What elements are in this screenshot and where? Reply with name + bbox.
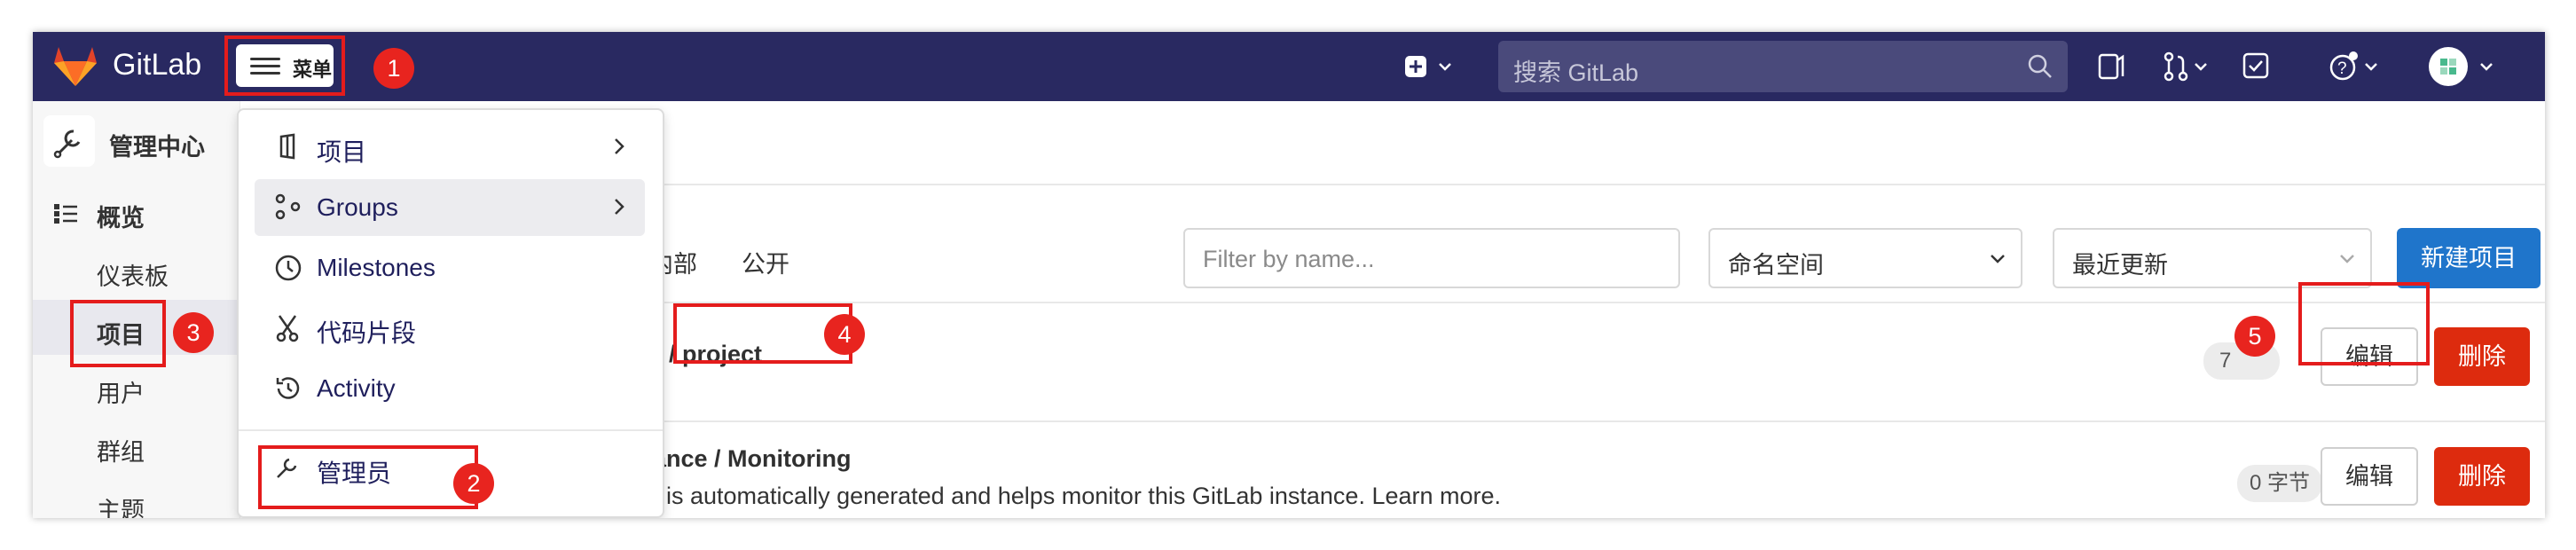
tab-public[interactable]: 公开 [742,245,789,279]
annotation-badge: 3 [173,312,214,353]
annotation-badge: 2 [453,463,494,504]
project-name[interactable]: ance / Monitoring [653,445,852,473]
svg-text:?: ? [2337,59,2347,78]
search-input[interactable]: 搜索 GitLab [1498,41,2068,92]
annotation-box-admin [258,445,478,509]
divider [239,429,663,431]
delete-button[interactable]: 删除 [2434,447,2530,506]
sort-select[interactable]: 最近更新 [2053,228,2372,288]
annotation-badge: 5 [2234,316,2275,357]
annotation-box-projects [70,300,166,367]
issues-icon[interactable] [2096,51,2126,82]
menu-item-milestones[interactable]: Milestones [255,240,645,296]
filter-by-name-input[interactable]: Filter by name... [1183,228,1680,288]
help-icon[interactable]: ? [2329,50,2382,83]
overview-icon [52,200,79,232]
sidebar-section-overview[interactable]: 概览 [97,199,145,233]
groups-icon [274,193,301,224]
merge-requests-icon[interactable] [2162,51,2211,82]
menu-item-activity[interactable]: Activity [255,360,645,417]
namespace-select-value: 命名空间 [1728,252,1824,279]
search-icon [2027,53,2054,84]
app-window: GitLab 菜单 搜索 GitLab ? 管理中心 概览 仪表板 项目 用户 … [33,32,2545,518]
chevron-right-icon [615,199,624,215]
scissors-icon [274,314,301,347]
menu-item-projects[interactable]: 项目 [255,119,645,176]
menu-item-groups[interactable]: Groups [255,179,645,236]
annotation-box-edit [2298,282,2430,365]
menu-item-snippets[interactable]: 代码片段 [255,300,645,357]
chevron-down-icon [2340,255,2354,263]
chevron-right-icon [615,138,624,154]
project-icon [274,133,301,164]
gitlab-logo-icon[interactable] [52,43,98,88]
filter-placeholder: Filter by name... [1203,246,1375,272]
new-project-button[interactable]: 新建项目 [2397,228,2541,288]
delete-button[interactable]: 删除 [2434,327,2530,386]
create-new-icon[interactable] [1404,53,1459,80]
storage-size-badge: 0 字节 [2237,465,2322,502]
user-avatar[interactable] [2428,46,2504,87]
search-placeholder: 搜索 GitLab [1513,59,1639,86]
wrench-icon [43,115,95,167]
sidebar-item-users[interactable]: 用户 [97,374,145,409]
clock-icon [274,254,302,287]
project-description: t is automatically generated and helps m… [653,483,1502,509]
annotation-badge: 1 [373,48,414,89]
namespace-select[interactable]: 命名空间 [1708,228,2022,288]
sidebar-title[interactable]: 管理中心 [109,128,205,162]
brand-name[interactable]: GitLab [113,48,201,82]
sort-select-value: 最近更新 [2072,252,2168,279]
sidebar-item-topics[interactable]: 主题 [97,491,145,518]
annotation-badge: 4 [824,314,865,355]
chevron-down-icon [1991,255,2005,263]
edit-button[interactable]: 编辑 [2321,447,2418,506]
annotation-box-menu [224,35,345,96]
history-icon [274,374,302,407]
sidebar-item-dashboard[interactable]: 仪表板 [97,257,169,292]
sidebar-item-groups[interactable]: 群组 [97,433,145,468]
todos-icon[interactable] [2242,51,2272,82]
